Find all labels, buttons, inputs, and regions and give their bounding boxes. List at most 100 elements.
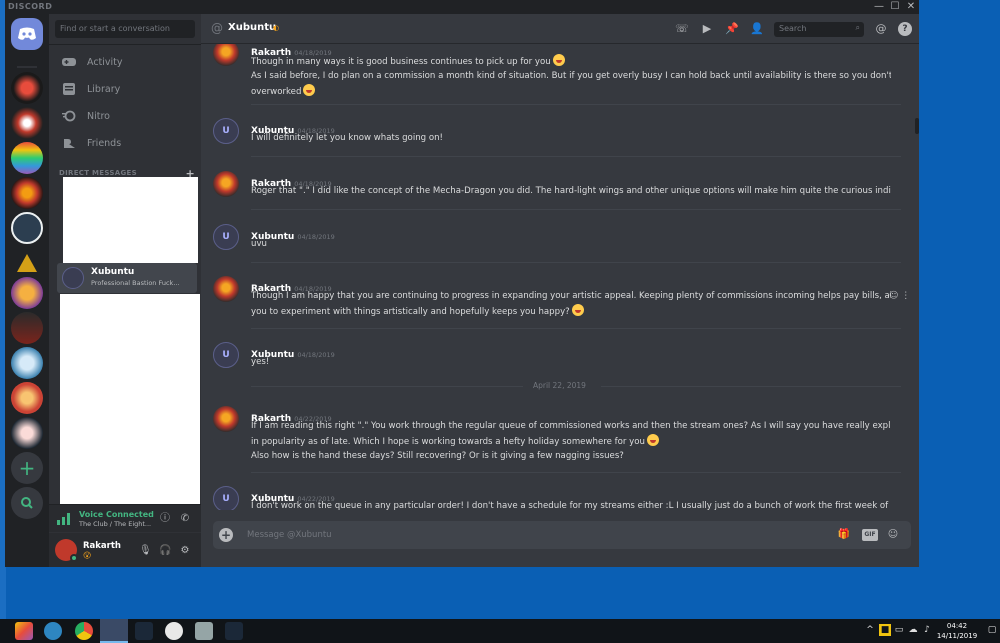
message-text: Though in many ways it is good business … — [251, 54, 891, 70]
message-composer[interactable]: + Message @Xubuntu 🎁 GIF ☺ — [213, 521, 911, 549]
help-icon[interactable]: ? — [898, 22, 912, 36]
avatar[interactable]: U — [213, 224, 239, 250]
avatar[interactable] — [213, 171, 239, 197]
pinned-messages-icon[interactable]: 📌 — [725, 22, 739, 36]
search-icon: ⌕ — [855, 23, 860, 32]
notifications-icon[interactable]: ▢ — [986, 624, 998, 636]
tongue-emoji-icon — [303, 83, 316, 96]
message-input-placeholder[interactable]: Message @Xubuntu — [247, 530, 332, 540]
nav-friends-label: Friends — [87, 137, 122, 149]
steam-icon[interactable] — [135, 622, 153, 640]
volume-icon[interactable]: ♪ — [921, 624, 933, 636]
date-divider-label: April 22, 2019 — [533, 381, 586, 390]
steam-icon[interactable] — [225, 622, 243, 640]
avatar[interactable]: U — [213, 486, 239, 510]
discord-taskbar-icon[interactable] — [100, 619, 128, 643]
server-icon[interactable] — [11, 107, 43, 139]
explore-servers-button[interactable] — [11, 487, 43, 519]
app-icon[interactable] — [195, 622, 213, 640]
server-list: + — [5, 14, 49, 567]
voice-channel-label[interactable]: The Club / The Eight... — [79, 520, 151, 528]
add-server-button[interactable]: + — [11, 452, 43, 484]
message-text: uvu — [251, 239, 267, 249]
server-icon[interactable] — [11, 382, 43, 414]
nav-library-label: Library — [87, 83, 121, 95]
chat-header: @ Xubuntu ◐ ☏ ▶ 📌 👤 Search ⌕ @ ? — [201, 14, 919, 44]
message-divider — [251, 209, 901, 210]
video-call-icon[interactable]: ▶ — [700, 22, 714, 36]
server-icon[interactable] — [11, 247, 43, 279]
more-options-icon[interactable]: ⋮ — [901, 291, 910, 301]
gift-icon[interactable]: 🎁 — [837, 528, 851, 542]
settings-gear-icon[interactable]: ⚙ — [179, 545, 191, 557]
scrollbar-thumb[interactable] — [915, 118, 919, 134]
server-icon[interactable] — [11, 212, 43, 244]
divider-line — [251, 386, 523, 387]
nav-library[interactable]: Library — [57, 78, 193, 100]
minimize-button[interactable]: — — [871, 0, 887, 14]
server-icon[interactable] — [11, 277, 43, 309]
message-divider — [251, 104, 901, 105]
server-icon[interactable] — [11, 72, 43, 104]
network-icon[interactable]: ▭ — [893, 624, 905, 636]
nav-activity[interactable]: Activity — [57, 51, 193, 73]
avatar[interactable] — [213, 406, 239, 432]
server-icon[interactable] — [11, 142, 43, 174]
nav-friends[interactable]: Friends — [57, 132, 193, 154]
voice-call-icon[interactable]: ☏ — [675, 22, 689, 36]
friends-icon — [61, 136, 77, 150]
info-icon[interactable]: ⓘ — [159, 513, 171, 525]
avatar[interactable]: U — [213, 342, 239, 368]
sync-app-icon[interactable] — [44, 622, 62, 640]
gamepad-icon — [61, 55, 77, 69]
microphone-icon[interactable]: 🎙 — [139, 545, 152, 557]
direct-messages-label: DIRECT MESSAGES — [59, 169, 137, 177]
disconnect-icon[interactable]: ✆ — [179, 513, 191, 525]
tray-app-icon[interactable]: ■ — [879, 624, 891, 636]
dm-item-xubuntu[interactable]: Xubuntu Professional Bastion Fuck... — [57, 263, 197, 293]
home-button[interactable] — [11, 18, 43, 50]
app-icon[interactable] — [15, 622, 33, 640]
divider-line — [601, 386, 901, 387]
itunes-icon[interactable] — [165, 622, 183, 640]
upload-plus-icon[interactable]: + — [219, 528, 233, 542]
user-panel: Rakarth 😮 🎙 🎧 ⚙ — [49, 533, 201, 567]
onedrive-icon[interactable]: ☁ — [907, 624, 919, 636]
maximize-button[interactable]: ☐ — [887, 0, 903, 14]
avatar[interactable]: U — [213, 118, 239, 144]
message-text: I don't work on the queue in any particu… — [251, 501, 891, 510]
redacted-dm-list-top — [63, 177, 198, 263]
date-divider: April 22, 2019 — [211, 381, 901, 391]
server-icon[interactable] — [11, 417, 43, 449]
tray-expand-icon[interactable]: ^ — [864, 624, 876, 636]
chrome-icon[interactable] — [75, 622, 93, 640]
mentions-icon[interactable]: @ — [874, 22, 888, 36]
library-icon — [61, 82, 77, 96]
nav-nitro[interactable]: Nitro — [57, 105, 193, 127]
emoji-picker-icon[interactable]: ☺ — [886, 528, 900, 542]
server-icon[interactable] — [11, 312, 43, 344]
message-actions: ☺ ⋮ — [889, 291, 910, 301]
voice-status-panel: Voice Connected The Club / The Eight... … — [49, 504, 201, 532]
message-divider — [251, 156, 901, 157]
custom-status-emoji: 😮 — [83, 551, 92, 560]
message-divider — [251, 472, 901, 473]
search-input[interactable]: Search ⌕ — [774, 22, 864, 37]
server-icon[interactable] — [11, 347, 43, 379]
gif-button[interactable]: GIF — [862, 529, 878, 541]
signal-icon — [57, 513, 70, 525]
message-text: Also how is the hand these days? Still r… — [251, 450, 624, 461]
close-button[interactable]: ✕ — [903, 0, 919, 14]
system-clock[interactable]: 04:42 14/11/2019 — [934, 621, 980, 641]
avatar[interactable] — [213, 44, 239, 66]
nav-nitro-label: Nitro — [87, 110, 110, 122]
tongue-emoji-icon — [646, 433, 659, 446]
message-text: yes! — [251, 357, 270, 367]
server-icon[interactable] — [11, 177, 43, 209]
add-friend-icon[interactable]: 👤 — [750, 22, 764, 36]
avatar[interactable] — [213, 276, 239, 302]
add-reaction-icon[interactable]: ☺ — [889, 291, 898, 301]
find-conversation-input[interactable]: Find or start a conversation — [55, 20, 195, 38]
headphones-icon[interactable]: 🎧 — [159, 545, 171, 557]
discord-window: DISCORD — ☐ ✕ + Find or start a conversa… — [5, 0, 919, 567]
